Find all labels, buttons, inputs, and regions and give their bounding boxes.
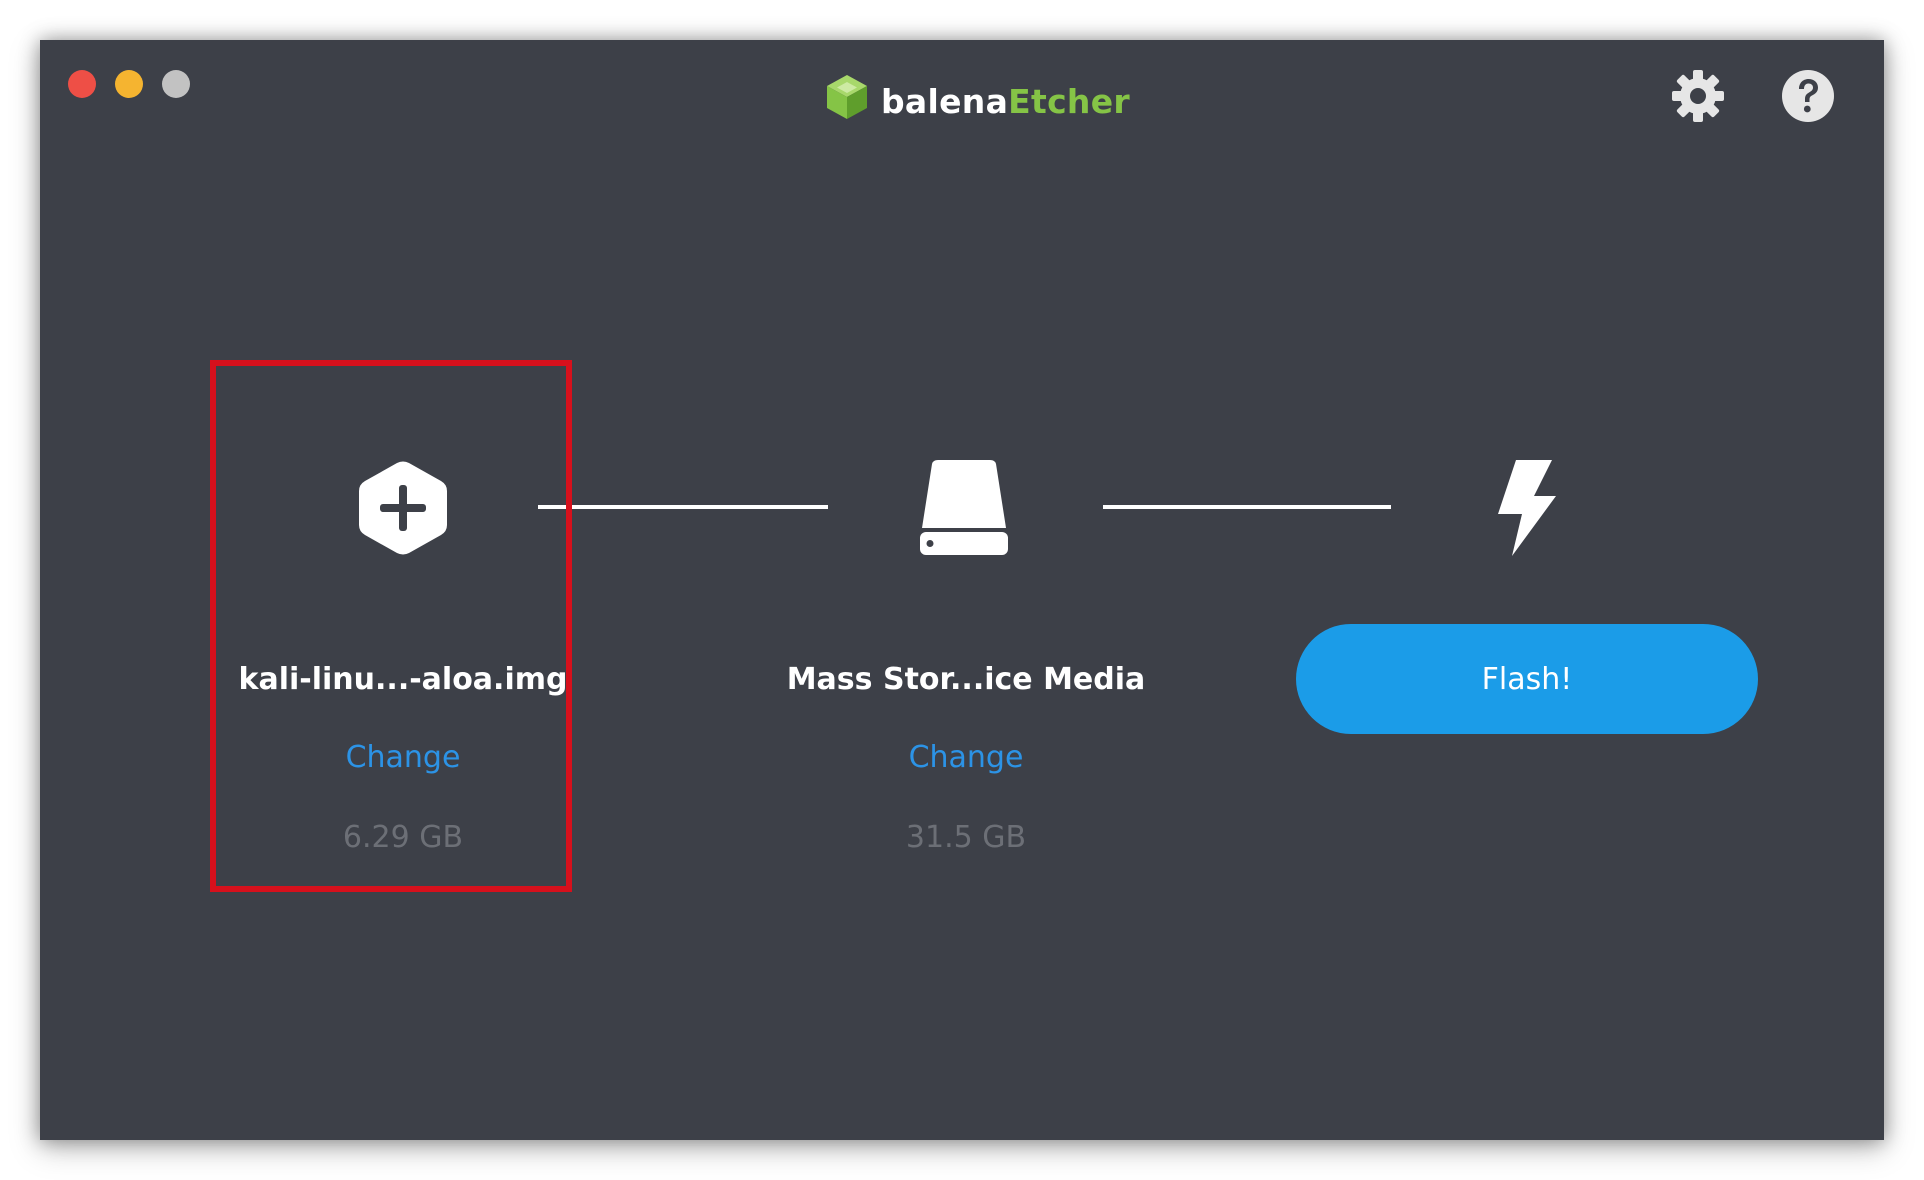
app-logo: balena Etcher: [823, 73, 1130, 129]
change-drive-link[interactable]: Change: [816, 740, 1116, 775]
drive-size: 31.5 GB: [905, 820, 1027, 855]
minimize-window-button[interactable]: [115, 70, 143, 98]
lightning-icon: [1492, 460, 1558, 561]
change-image-link[interactable]: Change: [253, 740, 553, 775]
maximize-window-button[interactable]: [162, 70, 190, 98]
help-icon[interactable]: [1780, 68, 1836, 124]
image-size: 6.29 GB: [342, 820, 464, 855]
gear-icon[interactable]: [1670, 68, 1726, 124]
image-selection-highlight: [210, 360, 572, 892]
window-controls: [68, 70, 190, 98]
drive-name: Mass Stor...ice Media: [786, 662, 1146, 697]
brand-name-etcher: Etcher: [1008, 81, 1130, 121]
hexagon-plus-icon[interactable]: [358, 460, 448, 561]
flash-button[interactable]: Flash!: [1296, 624, 1758, 734]
drive-icon: [918, 460, 1010, 561]
brand-name-balena: balena: [881, 81, 1009, 121]
app-window: balena Etcher kali-linu...-aloa.img Chan…: [40, 40, 1884, 1140]
step-connector-1: [538, 505, 828, 509]
close-window-button[interactable]: [68, 70, 96, 98]
image-filename: kali-linu...-aloa.img: [238, 662, 568, 697]
step-connector-2: [1103, 505, 1391, 509]
cube-logo-icon: [823, 73, 871, 129]
